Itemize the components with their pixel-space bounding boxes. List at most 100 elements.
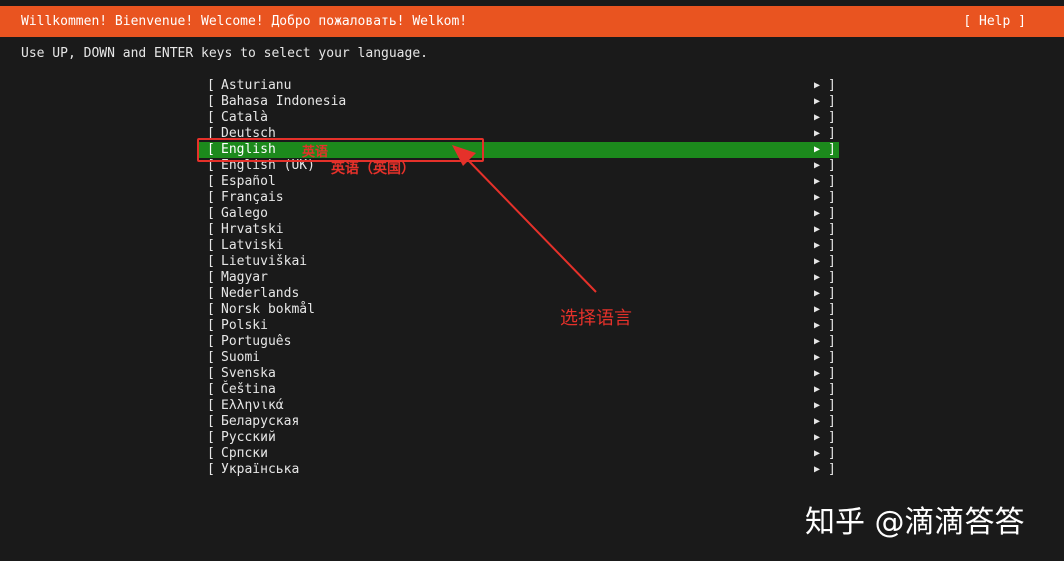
right-bracket: ] <box>828 222 836 237</box>
chevron-right-icon: ▶ <box>814 304 821 315</box>
chevron-right-icon: ▶ <box>814 464 821 475</box>
language-option[interactable]: [Magyar ▶] <box>199 270 839 286</box>
language-label: Norsk bokmål <box>221 302 315 317</box>
left-bracket: [ <box>207 94 215 109</box>
language-label: Nederlands <box>221 286 300 301</box>
right-bracket: ] <box>828 286 836 301</box>
language-label: Українська <box>221 462 300 477</box>
chevron-right-icon: ▶ <box>814 320 821 331</box>
left-bracket: [ <box>207 206 215 221</box>
left-bracket: [ <box>207 286 215 301</box>
watermark: 知乎 @滴滴答答 <box>805 505 1025 540</box>
right-bracket: ] <box>828 142 836 157</box>
language-label: Suomi <box>221 350 261 365</box>
language-option[interactable]: [Bahasa Indonesia ▶] <box>199 94 839 110</box>
chevron-right-icon: ▶ <box>814 224 821 235</box>
language-option[interactable]: [Asturianu ▶] <box>199 78 839 94</box>
language-label: Galego <box>221 206 268 221</box>
welcome-title: Willkommen! Bienvenue! Welcome! Добро по… <box>21 14 468 29</box>
language-label: Bahasa Indonesia <box>221 94 347 109</box>
left-bracket: [ <box>207 110 215 125</box>
left-bracket: [ <box>207 254 215 269</box>
language-option[interactable]: [ Deutsch ▶] <box>199 126 839 142</box>
left-bracket: [ <box>207 430 215 445</box>
header-bar: Willkommen! Bienvenue! Welcome! Добро по… <box>0 6 1064 37</box>
chevron-right-icon: ▶ <box>814 416 821 427</box>
language-option[interactable]: [ Српски ▶] <box>199 446 839 462</box>
language-option[interactable]: [Беларуская ▶] <box>199 414 839 430</box>
chevron-right-icon: ▶ <box>814 144 821 155</box>
language-label: Čeština <box>221 382 276 397</box>
right-bracket: ] <box>828 78 836 93</box>
left-bracket: [ <box>207 142 215 157</box>
left-bracket: [ <box>207 318 215 333</box>
right-bracket: ] <box>828 94 836 109</box>
right-bracket: ] <box>828 430 836 445</box>
chevron-right-icon: ▶ <box>814 432 821 443</box>
right-bracket: ] <box>828 318 836 333</box>
right-bracket: ] <box>828 238 836 253</box>
right-bracket: ] <box>828 462 836 477</box>
chevron-right-icon: ▶ <box>814 80 821 91</box>
language-label: Српски <box>221 446 268 461</box>
chevron-right-icon: ▶ <box>814 336 821 347</box>
right-bracket: ] <box>828 350 836 365</box>
right-bracket: ] <box>828 126 836 141</box>
language-label: Español <box>221 174 276 189</box>
left-bracket: [ <box>207 78 215 93</box>
chevron-right-icon: ▶ <box>814 256 821 267</box>
chevron-right-icon: ▶ <box>814 272 821 283</box>
left-bracket: [ <box>207 462 215 477</box>
left-bracket: [ <box>207 126 215 141</box>
language-option[interactable]: [Galego ▶] <box>199 206 839 222</box>
language-option[interactable]: [Norsk bokmål ▶] <box>199 302 839 318</box>
language-label: Русский <box>221 430 276 445</box>
language-option[interactable]: [Español ▶] <box>199 174 839 190</box>
language-option[interactable]: [ Русский ▶] <box>199 430 839 446</box>
language-option[interactable]: [ Polski ▶] <box>199 318 839 334</box>
language-label: Ελληνικά <box>221 398 284 413</box>
language-option[interactable]: [Svenska ▶] <box>199 366 839 382</box>
language-option[interactable]: [Čeština ▶] <box>199 382 839 398</box>
language-option[interactable]: [ Lietuviškai ▶] <box>199 254 839 270</box>
language-option[interactable]: [Nederlands ▶] <box>199 286 839 302</box>
right-bracket: ] <box>828 254 836 269</box>
language-option[interactable]: [Suomi ▶] <box>199 350 839 366</box>
left-bracket: [ <box>207 190 215 205</box>
left-bracket: [ <box>207 446 215 461</box>
right-bracket: ] <box>828 366 836 381</box>
language-label: English (UK) <box>221 158 315 173</box>
language-label: Polski <box>221 318 268 333</box>
language-label: Français <box>221 190 284 205</box>
language-option[interactable]: [Português ▶] <box>199 334 839 350</box>
language-option[interactable]: [Ελληνικά ▶] <box>199 398 839 414</box>
language-option[interactable]: [English (UK) ▶] <box>199 158 839 174</box>
language-option[interactable]: [ English ▶] <box>199 142 839 158</box>
help-button[interactable]: [ Help ] <box>963 14 1026 29</box>
language-label: Беларуская <box>221 414 300 429</box>
left-bracket: [ <box>207 158 215 173</box>
right-bracket: ] <box>828 382 836 397</box>
right-bracket: ] <box>828 110 836 125</box>
right-bracket: ] <box>828 174 836 189</box>
annotation-select-language: 选择语言 <box>560 308 632 329</box>
language-option[interactable]: [Français ▶] <box>199 190 839 206</box>
chevron-right-icon: ▶ <box>814 448 821 459</box>
right-bracket: ] <box>828 270 836 285</box>
left-bracket: [ <box>207 334 215 349</box>
language-option[interactable]: [Hrvatski ▶] <box>199 222 839 238</box>
chevron-right-icon: ▶ <box>814 128 821 139</box>
left-bracket: [ <box>207 366 215 381</box>
language-option[interactable]: [Català ▶] <box>199 110 839 126</box>
language-label: English <box>221 142 276 157</box>
language-option[interactable]: [ Українська ▶] <box>199 462 839 478</box>
language-label: Lietuviškai <box>221 254 308 269</box>
right-bracket: ] <box>828 158 836 173</box>
chevron-right-icon: ▶ <box>814 112 821 123</box>
annotation-english: 英语 <box>302 145 329 160</box>
left-bracket: [ <box>207 222 215 237</box>
chevron-right-icon: ▶ <box>814 208 821 219</box>
right-bracket: ] <box>828 446 836 461</box>
language-option[interactable]: [Latviski ▶] <box>199 238 839 254</box>
language-label: Deutsch <box>221 126 276 141</box>
